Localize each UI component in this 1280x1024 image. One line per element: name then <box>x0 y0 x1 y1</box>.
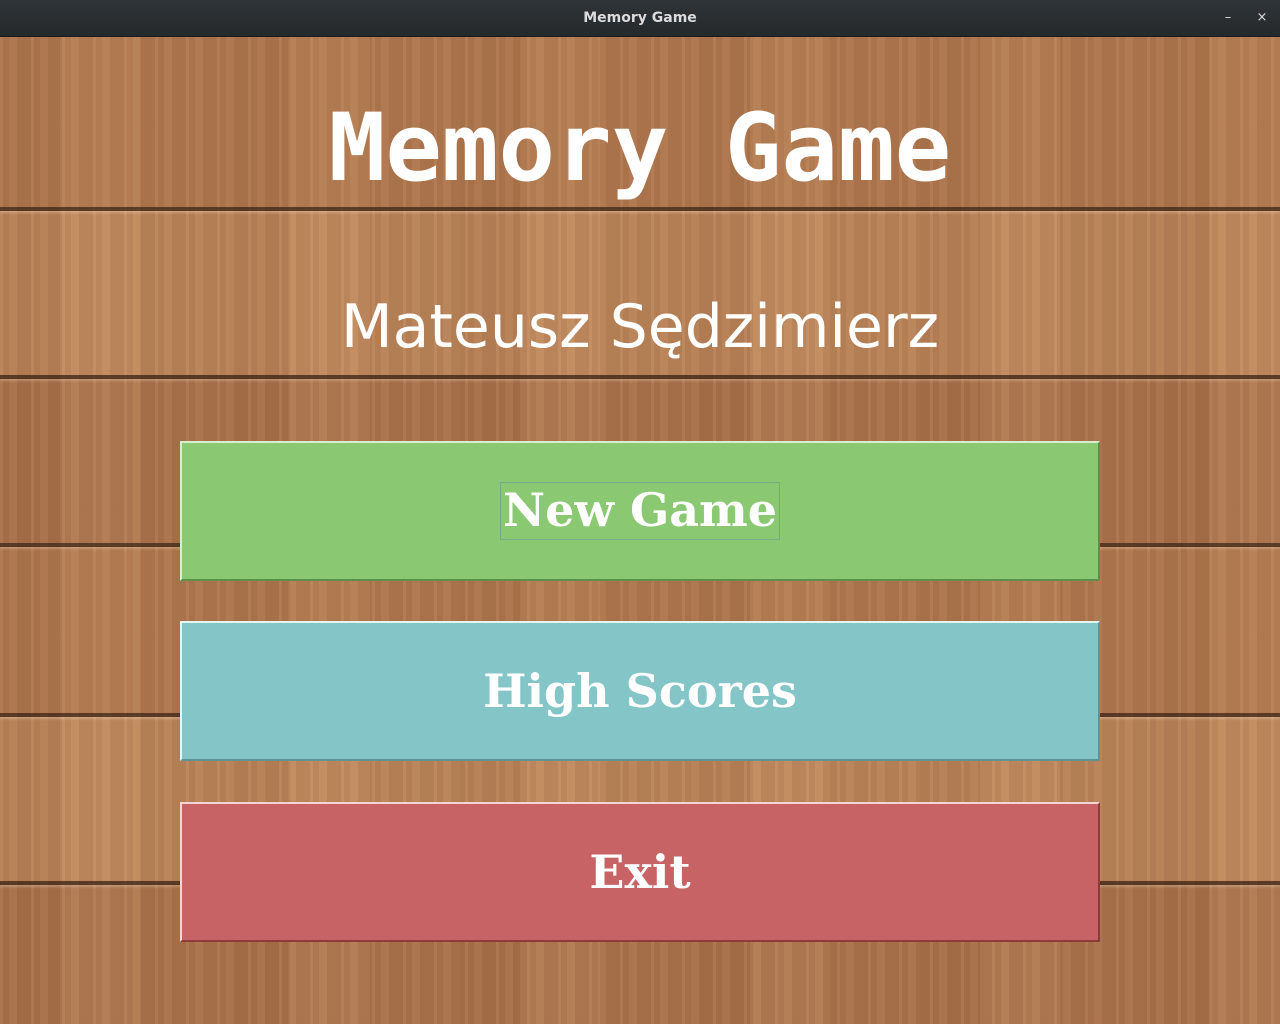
high-scores-button[interactable]: High Scores <box>180 621 1100 761</box>
exit-button[interactable]: Exit <box>180 802 1100 942</box>
close-icon[interactable]: × <box>1252 8 1272 28</box>
high-scores-label: High Scores <box>483 664 797 718</box>
window-title: Memory Game <box>583 10 697 26</box>
game-title: Memory Game <box>328 94 952 203</box>
window-titlebar[interactable]: Memory Game – × <box>0 0 1280 37</box>
wood-background: Memory Game Mateusz Sędzimierz New Game … <box>0 37 1280 1024</box>
exit-label: Exit <box>589 845 691 899</box>
app-window: Memory Game – × Memory Game Mateusz Sędz… <box>0 0 1280 1024</box>
author-name: Mateusz Sędzimierz <box>340 292 940 362</box>
minimize-icon[interactable]: – <box>1218 8 1238 28</box>
new-game-label: New Game <box>500 482 780 540</box>
new-game-button[interactable]: New Game <box>180 441 1100 581</box>
